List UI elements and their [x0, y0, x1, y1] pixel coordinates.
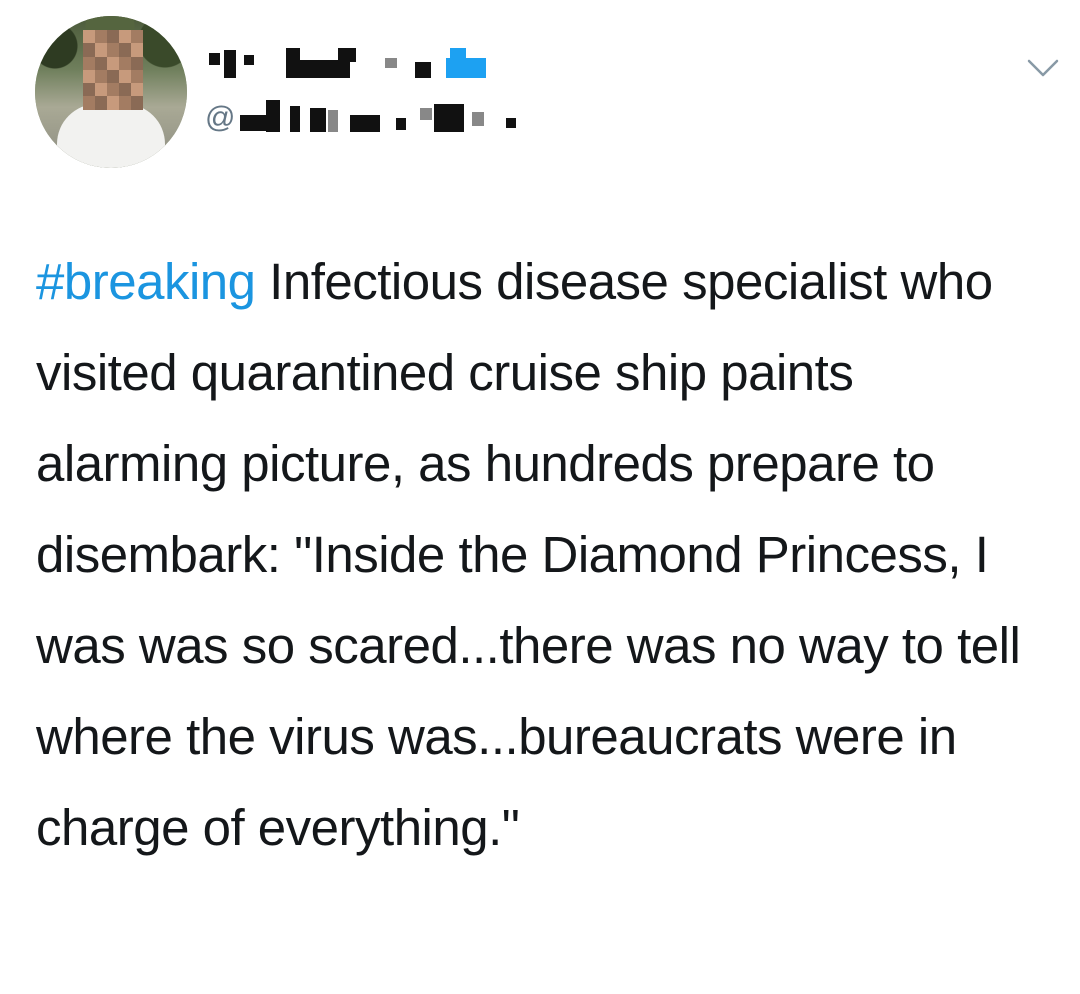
tweet-text: #breaking Infectious disease specialist …: [36, 236, 1046, 873]
pixelated-face: [83, 30, 143, 110]
chevron-down-icon[interactable]: [1026, 50, 1060, 84]
avatar[interactable]: [35, 16, 187, 168]
tweet-header: @: [0, 0, 1080, 200]
handle-at-sign: @: [205, 101, 236, 134]
tweet-body: Infectious disease specialist who visite…: [36, 253, 1021, 856]
hashtag-link[interactable]: #breaking: [36, 253, 256, 310]
